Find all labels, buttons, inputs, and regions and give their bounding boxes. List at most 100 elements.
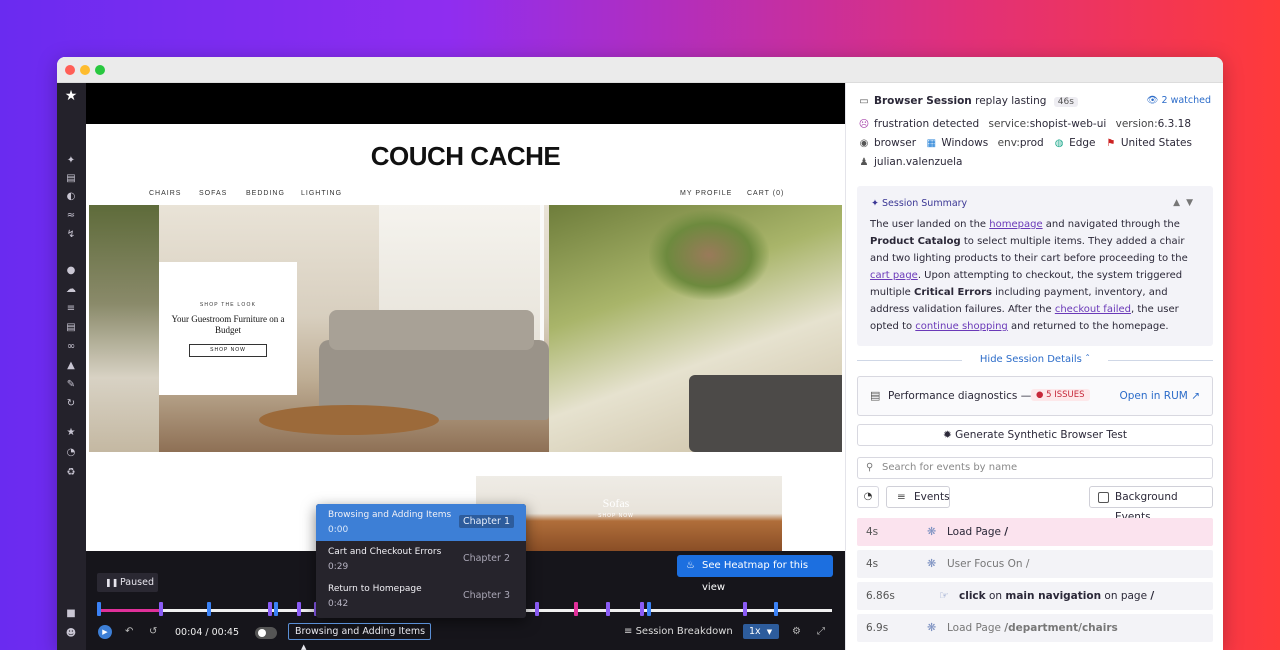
service-tag[interactable]: service:shopist-web-ui <box>989 118 1107 130</box>
thumbs-up-icon[interactable]: ▲ <box>1173 198 1186 208</box>
breakdown-label: Session Breakdown <box>635 626 733 637</box>
timeline-marker[interactable] <box>535 602 539 616</box>
timeline-marker[interactable] <box>297 602 301 616</box>
lightning-icon[interactable]: ↯ <box>65 229 77 241</box>
timeline-marker[interactable] <box>159 602 163 616</box>
checkbox[interactable] <box>1098 492 1109 503</box>
country-tag[interactable]: ⚑ United States <box>1105 137 1192 149</box>
event-row[interactable]: 6.9s ❋ Load Page /department/chairs <box>857 614 1213 642</box>
chart-icon[interactable]: ▤ <box>65 173 77 185</box>
cloud-icon[interactable]: ☁ <box>65 284 77 296</box>
rewind-icon[interactable]: ↶ <box>125 626 133 637</box>
homepage-link[interactable]: homepage <box>989 219 1042 230</box>
event-type-filter-button[interactable]: ◔ <box>857 486 879 508</box>
search-icon: ⚲ <box>866 462 874 473</box>
event-row[interactable]: 4s ❋ User Focus On / <box>857 550 1213 578</box>
bug-icon: ✹ <box>942 429 952 441</box>
shield-icon[interactable]: ▲ <box>65 360 77 372</box>
sparkle-icon[interactable]: ✦ <box>65 155 77 167</box>
fullscreen-icon[interactable]: ⤢ <box>817 626 825 637</box>
list-icon[interactable]: ≡ <box>65 303 77 315</box>
chapter-badge: Chapter 2 <box>462 553 510 564</box>
card-kicker: SHOP THE LOOK <box>199 302 257 308</box>
duration-badge: 46s <box>1053 97 1078 107</box>
chevron-up-icon: ▲ <box>301 643 307 650</box>
chevron-up-icon: ˆ <box>1085 354 1091 365</box>
minimize-window-button[interactable] <box>80 65 90 75</box>
timeline-marker[interactable] <box>274 602 278 616</box>
replay-text: replay lasting <box>975 95 1047 107</box>
user-icon[interactable]: ☻ <box>65 628 77 640</box>
timeline-marker[interactable] <box>774 602 778 616</box>
chapter-item-3[interactable]: Return to Homepage 0:42 Chapter 3 <box>316 578 526 615</box>
chapter-item-2[interactable]: Cart and Checkout Errors 0:29 Chapter 2 <box>316 541 526 578</box>
speedometer-icon[interactable]: ◔ <box>65 447 77 459</box>
gear-icon[interactable]: ⚙ <box>792 626 801 637</box>
puzzle-icon[interactable]: ■ <box>65 608 77 620</box>
timeline-marker[interactable] <box>574 602 578 616</box>
skip-toggle[interactable] <box>255 627 277 639</box>
skip-inactivity-icon[interactable]: ↺ <box>149 626 157 637</box>
heatmap-button[interactable]: ♨ See Heatmap for this view <box>677 555 833 593</box>
dog-logo-icon[interactable]: ★ <box>62 88 80 106</box>
chapter-badge: Chapter 3 <box>462 590 510 601</box>
chair-graphic <box>689 375 842 452</box>
timeline-marker[interactable] <box>606 602 610 616</box>
gauge-icon[interactable]: ◐ <box>65 191 77 203</box>
play-button[interactable]: ▶ <box>98 625 112 639</box>
background-events-toggle[interactable]: Background Events <box>1089 486 1213 523</box>
chapter-item-1[interactable]: Browsing and Adding Items 0:00 Chapter 1 <box>316 504 526 541</box>
timeline-marker[interactable] <box>268 602 272 616</box>
player-controls: ▶ ↶ ↺ 00:04 / 00:45 Browsing and Adding … <box>86 623 845 650</box>
session-breakdown-button[interactable]: ≡ Session Breakdown <box>624 626 733 637</box>
issues-badge[interactable]: ● 5 ISSUES <box>1031 389 1090 401</box>
continue-shopping-link[interactable]: continue shopping <box>915 321 1008 332</box>
hide-details-toggle[interactable]: Hide Session Details ˆ <box>857 354 1213 368</box>
replay-top-bar <box>86 83 845 124</box>
browser-tag[interactable]: ◉ browser <box>858 137 916 149</box>
windows-tag[interactable]: ▦ Windows <box>925 137 989 149</box>
chapter-time: 0:29 <box>328 562 349 572</box>
cart-page-link[interactable]: cart page <box>870 270 918 281</box>
checkout-failed-link[interactable]: checkout failed <box>1055 304 1131 315</box>
event-time: 4s <box>866 526 879 538</box>
timeline-marker[interactable] <box>97 602 101 616</box>
timeline-marker[interactable] <box>647 602 651 616</box>
integrations-icon[interactable]: ♻ <box>65 467 77 479</box>
timeline-marker[interactable] <box>743 602 747 616</box>
event-time: 6.86s <box>866 590 895 602</box>
edge-tag[interactable]: ◍ Edge <box>1053 137 1096 149</box>
watched-link[interactable]: 👁︎ 2 watched <box>1146 95 1211 106</box>
events-button[interactable]: ≡ Events <box>886 486 950 508</box>
refresh-icon[interactable]: ↻ <box>65 398 77 410</box>
stack-icon[interactable]: ▤ <box>65 322 77 334</box>
monitor-icon: ▭ <box>859 96 869 107</box>
version-tag[interactable]: version:6.3.18 <box>1116 118 1191 130</box>
maximize-window-button[interactable] <box>95 65 105 75</box>
frustration-tag[interactable]: ☹ frustration detected <box>858 118 979 130</box>
close-window-button[interactable] <box>65 65 75 75</box>
us-flag-icon: ⚑ <box>1106 138 1116 149</box>
event-row[interactable]: 6.86s ☞ click on main navigation on page… <box>857 582 1213 610</box>
event-row[interactable]: 4s ❋ Load Page / <box>857 518 1213 546</box>
generate-test-button[interactable]: ✹ Generate Synthetic Browser Test <box>857 424 1213 446</box>
thumbs-down-icon[interactable]: ▼ <box>1186 198 1199 208</box>
bug-icon[interactable]: ★ <box>65 427 77 439</box>
search-doc-icon[interactable]: ✎ <box>65 379 77 391</box>
event-search-input[interactable]: ⚲ Search for events by name <box>857 457 1213 479</box>
timeline-marker[interactable] <box>640 602 644 616</box>
chapter-select[interactable]: Browsing and Adding Items ▲ <box>288 623 431 650</box>
speed-label: 1x <box>749 626 761 637</box>
app-window: ★ ✦ ▤ ◐ ≈ ↯ ● ☁ ≡ ▤ ∞ ▲ ✎ ↻ ★ ◔ ♻ ■ ☻ CO… <box>57 57 1223 650</box>
open-rum-link[interactable]: Open in RUM ↗ <box>1120 390 1201 402</box>
chapter-name: Browsing and Adding Items <box>328 510 452 520</box>
user-row[interactable]: ♟ julian.valenzuela <box>858 156 963 168</box>
timeline-marker[interactable] <box>207 602 211 616</box>
network-icon[interactable]: ● <box>65 265 77 277</box>
link-icon[interactable]: ∞ <box>65 341 77 353</box>
frustration-icon: ☹ <box>858 119 870 130</box>
chevron-down-icon: ▼ <box>766 628 773 636</box>
speed-select[interactable]: 1x ▼ <box>743 624 779 639</box>
env-tag[interactable]: env:prod <box>998 137 1044 149</box>
apm-icon[interactable]: ≈ <box>65 210 77 222</box>
